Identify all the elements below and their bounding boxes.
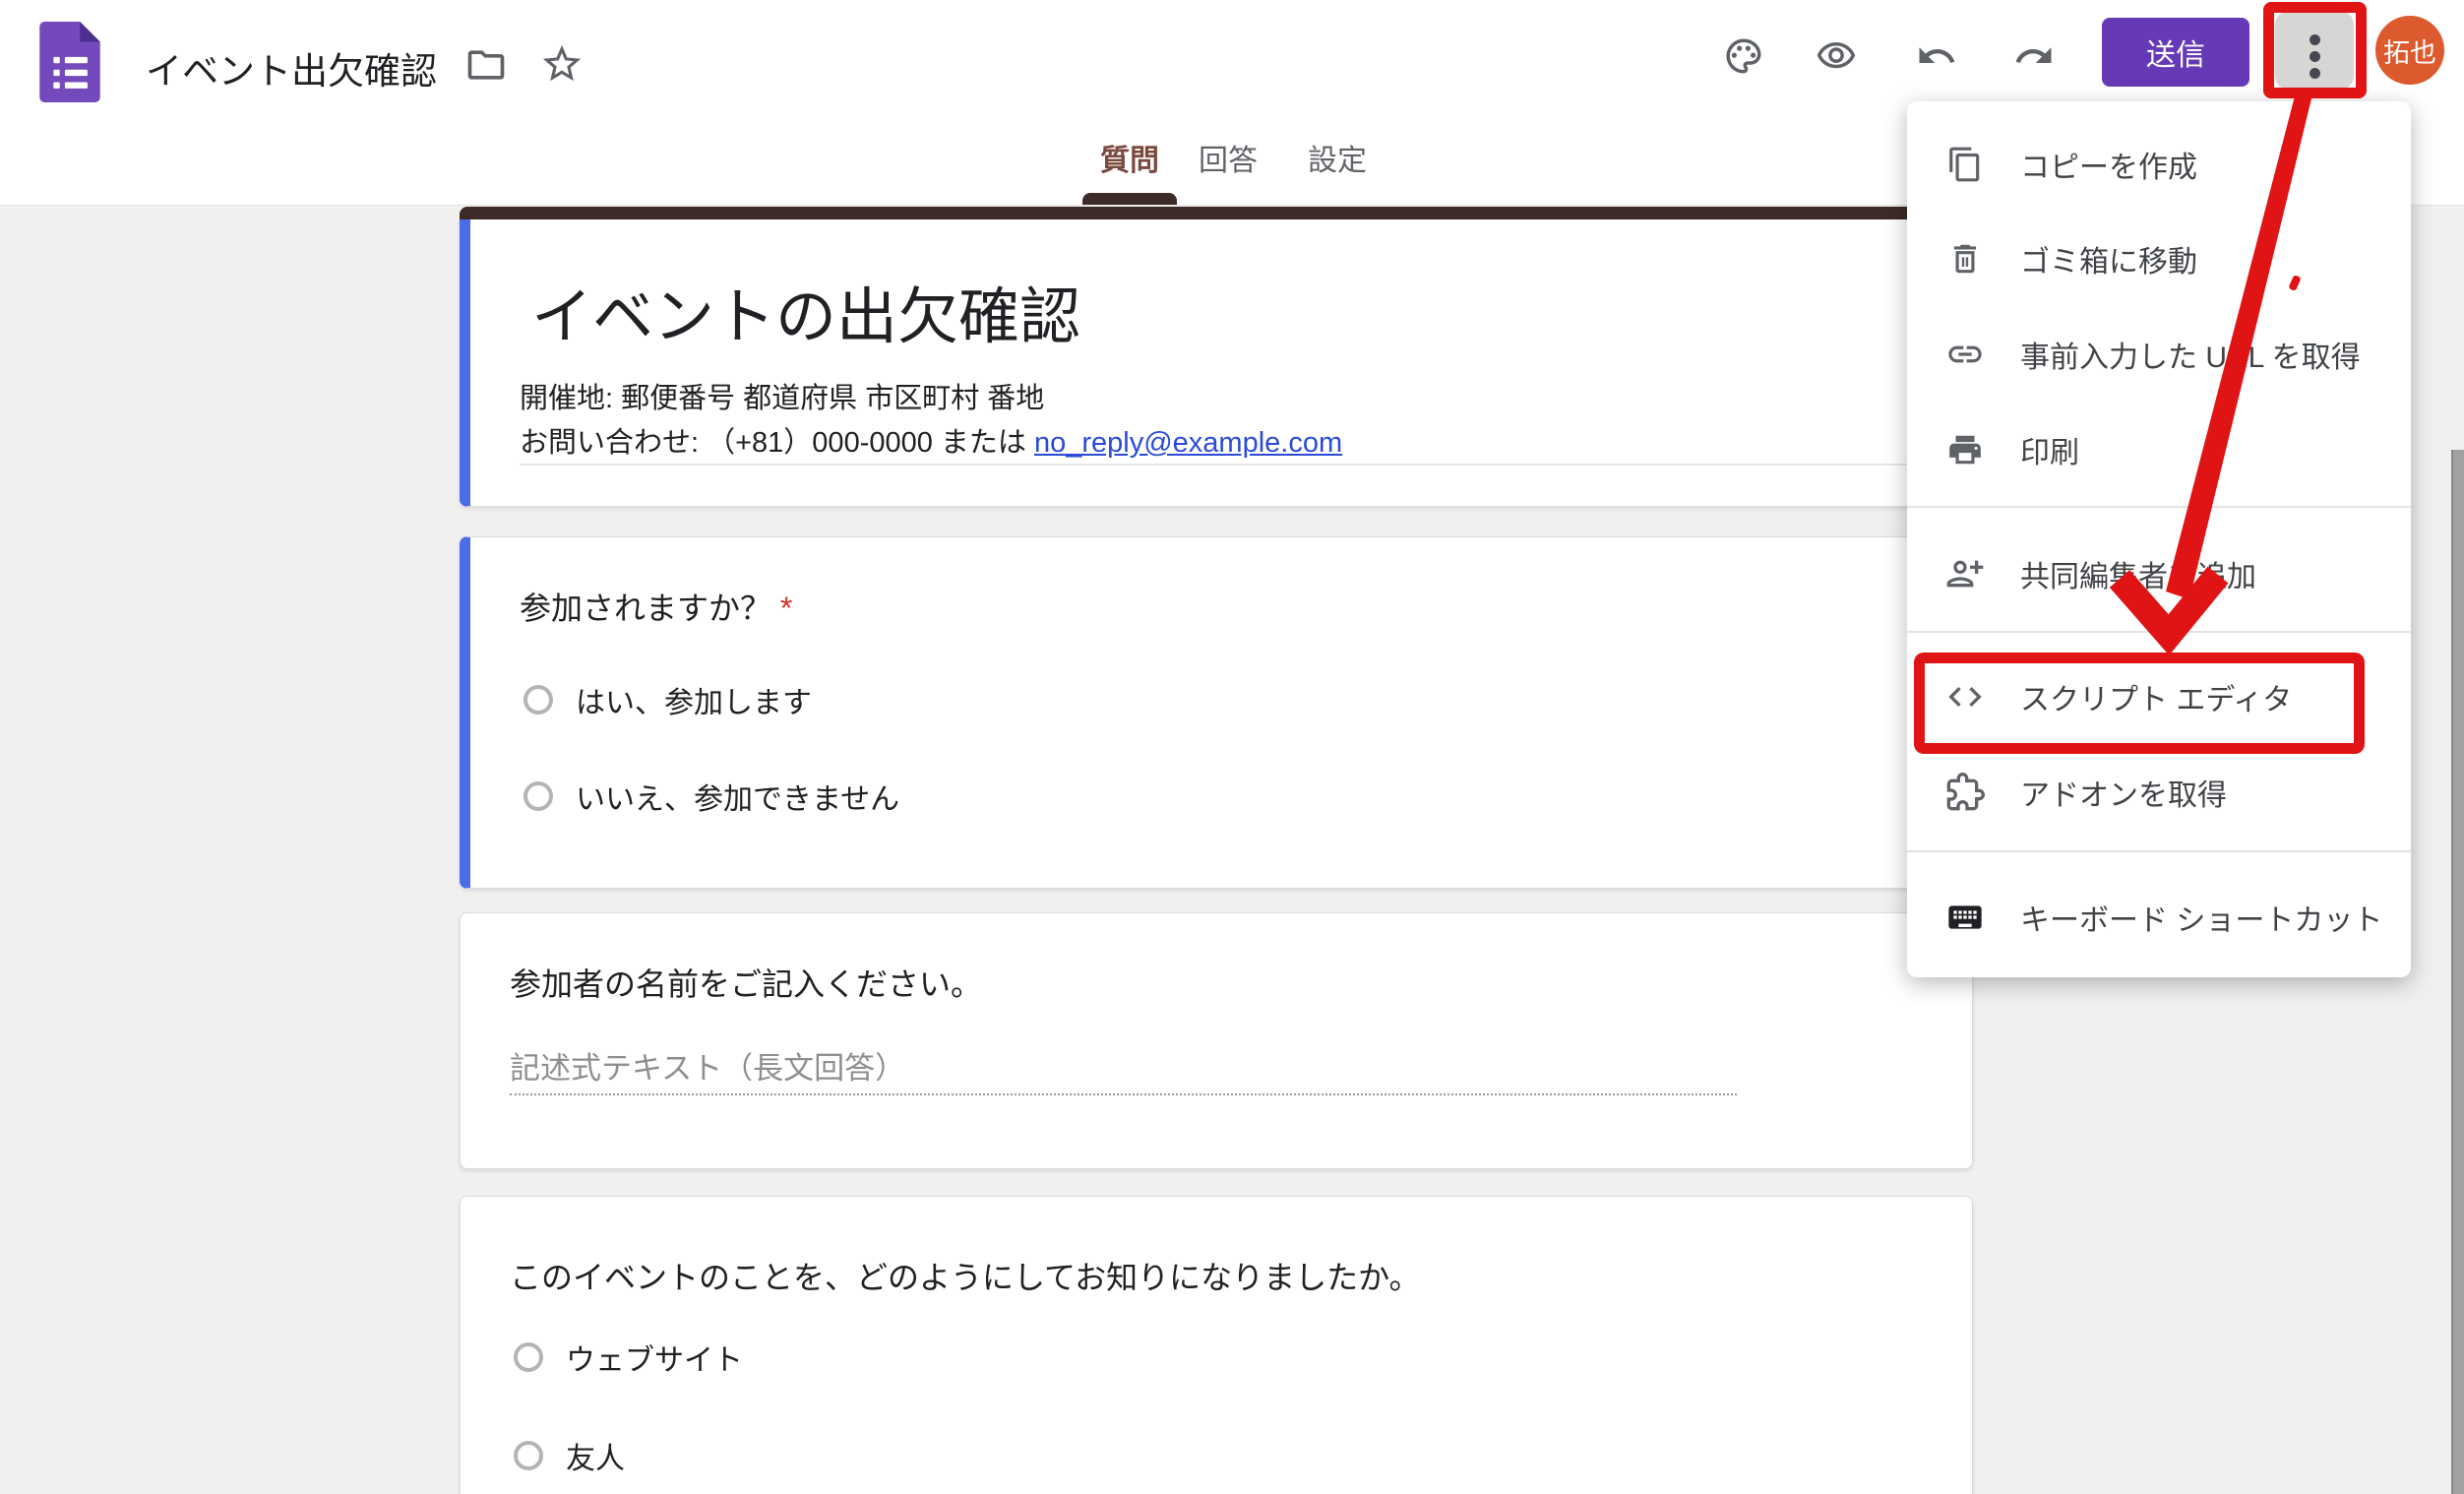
radio-icon[interactable] xyxy=(524,781,553,811)
menu-item-print[interactable]: 印刷 xyxy=(1907,403,2411,497)
annotation-box-more-options xyxy=(2263,2,2367,98)
undo-icon xyxy=(1916,35,1957,77)
menu-item-add-collaborators[interactable]: 共同編集者を追加 xyxy=(1907,527,2411,621)
puzzle-icon xyxy=(1945,773,1985,812)
google-forms-logo[interactable] xyxy=(39,22,100,107)
trash-icon xyxy=(1945,239,1985,279)
preview-button[interactable] xyxy=(1816,35,1857,82)
answer-underline xyxy=(510,1093,1737,1095)
tab-settings[interactable]: 設定 xyxy=(1308,136,1367,179)
move-to-folder-icon[interactable] xyxy=(464,43,508,92)
form-title-card[interactable]: イベントの出欠確認 開催地: 郵便番号 都道府県 市区町村 番地 お問い合わせ:… xyxy=(460,218,1973,507)
radio-option[interactable]: いいえ、参加できません xyxy=(524,773,899,820)
more-options-menu: コピーを作成 ゴミ箱に移動 事前入力した URL を取得 印刷 共同編集者を追加… xyxy=(1907,101,2411,977)
radio-icon[interactable] xyxy=(514,1342,543,1372)
menu-item-get-addons[interactable]: アドオンを取得 xyxy=(1907,745,2411,840)
eye-icon xyxy=(1816,35,1857,77)
contact-email-link[interactable]: no_reply@example.com xyxy=(1034,427,1342,459)
send-button[interactable]: 送信 xyxy=(2102,18,2249,87)
redo-icon xyxy=(2013,35,2055,77)
form-theme-band xyxy=(460,207,1973,219)
radio-option[interactable]: 友人 xyxy=(514,1432,625,1479)
menu-divider xyxy=(1907,506,2411,508)
redo-button[interactable] xyxy=(2013,35,2055,82)
radio-icon[interactable] xyxy=(514,1441,543,1470)
question-title: 参加されますか？ * xyxy=(520,584,792,629)
question-card-referral[interactable]: このイベントのことを、どのようにしてお知りになりましたか。 ウェブサイト 友人 xyxy=(460,1196,1973,1494)
long-answer-placeholder[interactable]: 記述式テキスト（長文回答） xyxy=(510,1043,905,1088)
tab-questions[interactable]: 質問 xyxy=(1100,136,1159,179)
active-tab-indicator xyxy=(1082,193,1177,205)
description-divider xyxy=(520,464,1923,466)
menu-item-keyboard-shortcuts[interactable]: キーボード ショートカット xyxy=(1907,870,2411,965)
copy-icon xyxy=(1945,145,1985,184)
scrollbar-thumb[interactable] xyxy=(2451,450,2464,1494)
person-add-icon xyxy=(1945,554,1985,593)
menu-item-prefilled-url[interactable]: 事前入力した URL を取得 xyxy=(1907,307,2411,402)
form-description[interactable]: 開催地: 郵便番号 都道府県 市区町村 番地 お問い合わせ: （+81）000-… xyxy=(520,377,1342,466)
menu-divider xyxy=(1907,850,2411,852)
customize-theme-button[interactable] xyxy=(1723,35,1764,82)
form-title[interactable]: イベントの出欠確認 xyxy=(531,267,1080,355)
required-asterisk: * xyxy=(780,591,792,626)
star-icon[interactable] xyxy=(539,41,585,92)
forms-logo-icon xyxy=(39,22,100,102)
question-card-name[interactable]: 参加者の名前をご記入ください。 記述式テキスト（長文回答） xyxy=(460,912,1973,1169)
annotation-box-script-editor xyxy=(1914,653,2365,754)
document-title[interactable]: イベント出欠確認 xyxy=(146,41,437,94)
menu-item-make-copy[interactable]: コピーを作成 xyxy=(1907,117,2411,212)
question-card-attendance[interactable]: 参加されますか？ * はい、参加します いいえ、参加できません xyxy=(460,536,1973,889)
undo-button[interactable] xyxy=(1916,35,1957,82)
radio-icon[interactable] xyxy=(524,685,553,715)
print-icon xyxy=(1945,430,1985,469)
user-avatar[interactable]: 拓也 xyxy=(2375,16,2444,85)
palette-icon xyxy=(1723,35,1764,77)
link-icon xyxy=(1945,335,1985,374)
question-title: このイベントのことを、どのようにしてお知りになりましたか。 xyxy=(510,1253,1420,1298)
menu-divider xyxy=(1907,631,2411,633)
radio-option[interactable]: ウェブサイト xyxy=(514,1334,743,1381)
keyboard-icon xyxy=(1945,898,1985,937)
tab-responses[interactable]: 回答 xyxy=(1199,136,1258,179)
google-forms-editor: イベント出欠確認 質問 回答 設定 送信 拓也 xyxy=(0,0,2464,1494)
question-title: 参加者の名前をご記入ください。 xyxy=(510,960,982,1005)
menu-item-move-to-trash[interactable]: ゴミ箱に移動 xyxy=(1907,212,2411,306)
radio-option[interactable]: はい、参加します xyxy=(524,676,812,723)
